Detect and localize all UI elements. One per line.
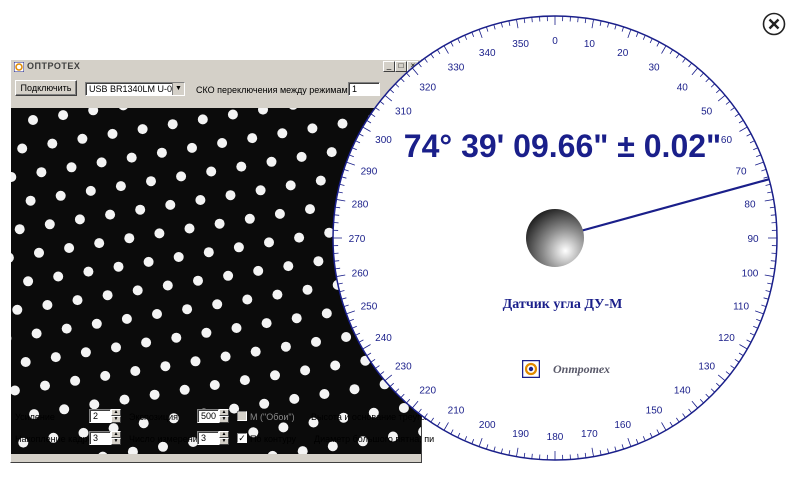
sensor-title: Датчик угла ДУ-М	[502, 297, 623, 312]
dial-tick-label: 310	[395, 107, 412, 118]
dial-tick-label: 80	[744, 200, 756, 211]
dial-tick	[531, 17, 533, 23]
dial-tick-label: 10	[584, 39, 596, 50]
dial-tick-label: 70	[735, 166, 747, 177]
angle-readout: 74° 39' 09.66" ± 0.02"	[403, 128, 722, 164]
dial-tick-label: 200	[479, 420, 496, 431]
dial-tick-label: 130	[698, 361, 715, 372]
brand-name: Оптротех	[553, 362, 611, 376]
dial-tick	[577, 453, 579, 459]
dial-tick-label: 210	[448, 405, 465, 416]
dial-tick	[334, 214, 340, 216]
dial-tick-label: 350	[512, 39, 529, 50]
dial-tick-label: 50	[701, 107, 713, 118]
dial-tick-label: 140	[674, 386, 691, 397]
dial-tick-label: 340	[479, 48, 496, 59]
optrotech-logo-icon	[522, 360, 540, 378]
dial-tick-label: 40	[677, 82, 689, 93]
dial-tick	[770, 214, 776, 216]
dial-tick-label: 230	[395, 361, 412, 372]
dial-tick	[334, 260, 340, 262]
dial-tick-label: 260	[352, 268, 369, 279]
dial-tick-label: 180	[547, 432, 564, 443]
dial-tick-label: 110	[733, 302, 749, 313]
dial-tick-label: 160	[614, 420, 631, 431]
dial-tick	[577, 17, 579, 23]
dial-tick-label: 30	[648, 63, 660, 74]
dial-tick-label: 290	[361, 166, 378, 177]
dial-tick-label: 190	[512, 429, 529, 440]
dial-tick-label: 120	[718, 333, 735, 344]
dial-tick-label: 20	[617, 48, 629, 59]
dial-tick-label: 150	[646, 405, 663, 416]
dial-tick	[770, 260, 776, 262]
dial-tick-label: 240	[375, 333, 392, 344]
dial-tick-label: 90	[747, 234, 759, 245]
dial-tick-label: 320	[419, 82, 436, 93]
dial-tick-label: 250	[361, 302, 378, 313]
close-circle-icon[interactable]	[762, 12, 786, 36]
dial-tick-label: 170	[581, 429, 598, 440]
dial-tick-label: 0	[552, 36, 558, 47]
dial-tick-label: 220	[419, 386, 436, 397]
angle-dial: 0 102030405060708090100110120130140150160…	[332, 15, 778, 461]
dial-tick-label: 100	[742, 268, 759, 279]
dial-tick-label: 280	[352, 200, 369, 211]
dial-tick	[531, 453, 533, 459]
dial-tick-label: 330	[448, 63, 465, 74]
dial-tick-label: 270	[349, 234, 366, 245]
dial-hub	[526, 209, 584, 267]
